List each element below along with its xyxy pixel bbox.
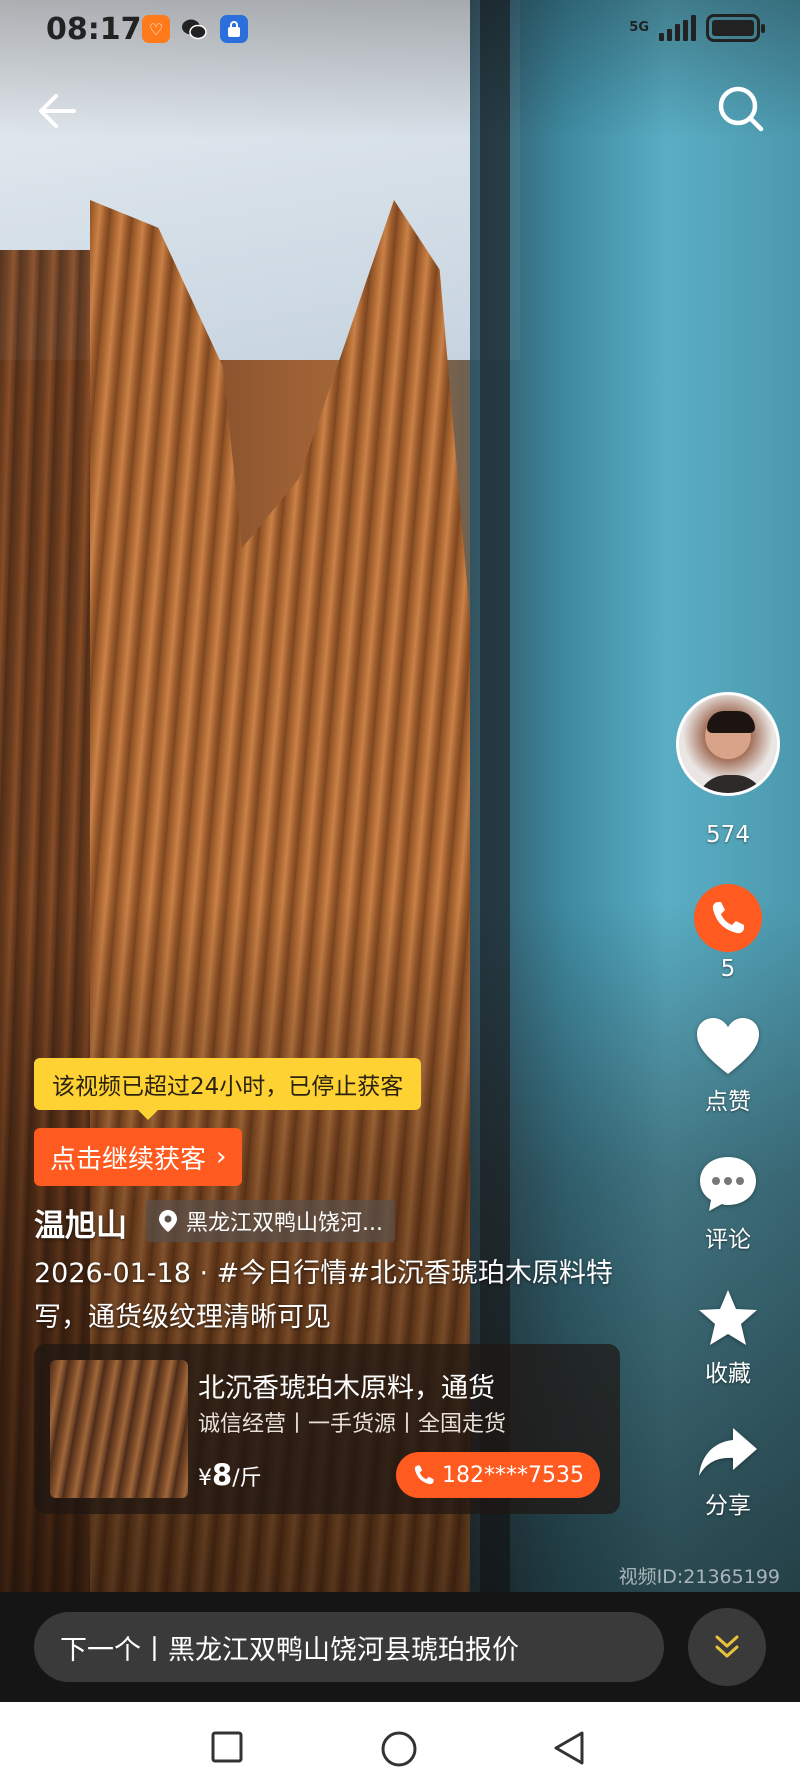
taobao-icon: ♡ (142, 15, 170, 43)
call-count: 5 (720, 956, 736, 982)
expired-tip-text: 该视频已超过24小时，已停止获客 (52, 1074, 404, 1100)
product-price: ¥8/斤 (198, 1458, 262, 1492)
comment-label: 评论 (705, 1227, 751, 1253)
phone-call-button[interactable]: 182****7535 (396, 1452, 600, 1498)
product-card[interactable]: 北沉香琥珀木原料，通货 诚信经营丨一手货源丨全国走货 ¥8/斤 182****7… (34, 1344, 620, 1514)
continue-acquire-label: 点击继续获客 (50, 1144, 207, 1175)
battery-level (712, 20, 754, 36)
wechat-icon (180, 15, 208, 43)
battery-icon (706, 14, 765, 42)
search-icon (718, 86, 764, 132)
recent-apps-button[interactable] (210, 1730, 244, 1768)
next-video-bar: 下一个丨黑龙江双鸭山饶河县琥珀报价 (0, 1592, 800, 1702)
back-button[interactable] (34, 88, 80, 134)
network-type: 5G (629, 20, 649, 35)
next-video-button[interactable]: 下一个丨黑龙江双鸭山饶河县琥珀报价 (34, 1612, 664, 1682)
heart-icon (697, 1018, 759, 1074)
comment-icon (700, 1157, 756, 1211)
square-icon (211, 1731, 243, 1763)
security-icon (220, 15, 248, 43)
phone-icon (414, 1465, 434, 1485)
avatar-shirt (697, 775, 765, 793)
favorite-label: 收藏 (705, 1361, 751, 1387)
like-label: 点赞 (705, 1089, 751, 1115)
system-back-button[interactable] (552, 1730, 586, 1770)
share-label: 分享 (705, 1493, 751, 1519)
phone-number: 182****7535 (442, 1462, 584, 1488)
post-description[interactable]: 2026-01-18 · #今日行情#北沉香琥珀木原料特写，通货级纹理清晰可见 (34, 1252, 634, 1340)
phone-icon (712, 902, 744, 934)
author-avatar[interactable] (676, 692, 780, 796)
system-nav-bar (0, 1702, 800, 1791)
circle-icon (381, 1731, 417, 1767)
signal-icon (659, 15, 696, 41)
product-thumbnail (50, 1360, 188, 1498)
double-chevron-down-icon (715, 1635, 739, 1658)
status-right-group: 5G (629, 14, 765, 42)
status-bar: 08:17 ♡ 5G (0, 0, 800, 60)
location-pin-icon (159, 1210, 177, 1232)
like-button[interactable]: 点赞 (668, 1016, 788, 1116)
avatar-hair (707, 711, 755, 733)
price-currency: ¥ (198, 1466, 212, 1491)
location-tag[interactable]: 黑龙江双鸭山饶河... (146, 1200, 395, 1242)
expired-tip-bubble: 该视频已超过24小时，已停止获客 (34, 1058, 422, 1120)
status-time: 08:17 (46, 12, 142, 47)
follower-count: 574 (706, 822, 750, 848)
favorite-button[interactable]: 收藏 (668, 1288, 788, 1388)
triangle-back-icon (554, 1731, 584, 1765)
video-id-watermark: 视频ID:21365199 (618, 1566, 780, 1588)
chevron-right-icon: › (216, 1142, 227, 1172)
search-button[interactable] (716, 84, 766, 134)
price-unit: /斤 (232, 1466, 262, 1491)
comment-button[interactable]: 评论 (668, 1154, 788, 1254)
next-video-label: 下一个丨黑龙江双鸭山饶河县琥珀报价 (60, 1634, 519, 1666)
arrow-left-icon (39, 94, 76, 128)
star-icon (699, 1290, 757, 1345)
call-button[interactable] (694, 884, 762, 952)
product-tags: 诚信经营丨一手货源丨全国走货 (198, 1412, 507, 1437)
product-title: 北沉香琥珀木原料，通货 (198, 1373, 495, 1404)
author-name[interactable]: 温旭山 (34, 1200, 127, 1245)
location-text: 黑龙江双鸭山饶河... (186, 1211, 383, 1236)
home-button[interactable] (380, 1730, 418, 1772)
share-button[interactable]: 分享 (668, 1424, 788, 1520)
price-value: 8 (212, 1458, 233, 1492)
continue-acquire-button[interactable]: 点击继续获客 › (34, 1128, 243, 1186)
share-arrow-icon (699, 1428, 757, 1476)
next-scroll-button[interactable] (688, 1608, 766, 1686)
